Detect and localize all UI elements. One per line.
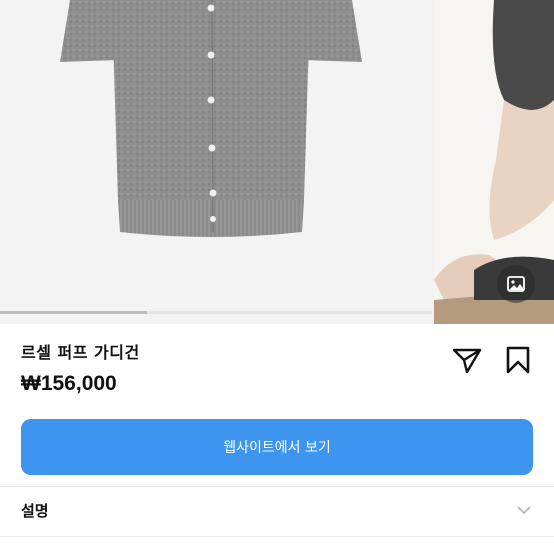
model-illustration [434, 0, 554, 324]
gallery-button[interactable] [497, 265, 535, 303]
description-label: 설명 [21, 502, 49, 520]
section-divider [0, 536, 554, 537]
carousel-progress-fill [0, 311, 147, 314]
image-gallery-icon [507, 276, 525, 292]
carousel-progress-track [0, 311, 432, 314]
bookmark-icon [506, 346, 530, 374]
view-on-website-label: 웹사이트에서 보기 [223, 440, 331, 456]
bookmark-button[interactable] [501, 343, 535, 377]
product-title: 르셀 퍼프 가디건 [21, 343, 140, 362]
product-image-main[interactable] [0, 0, 432, 324]
paper-plane-share-icon [452, 348, 482, 374]
share-button[interactable] [450, 343, 484, 377]
chevron-down-icon [517, 506, 531, 515]
view-on-website-button[interactable]: 웹사이트에서 보기 [21, 419, 533, 475]
product-price: ₩156,000 [21, 372, 117, 395]
description-accordion[interactable]: 설명 [0, 487, 554, 533]
cardigan-illustration [60, 0, 362, 237]
product-image-carousel[interactable] [0, 0, 554, 324]
product-image-secondary[interactable] [434, 0, 554, 324]
